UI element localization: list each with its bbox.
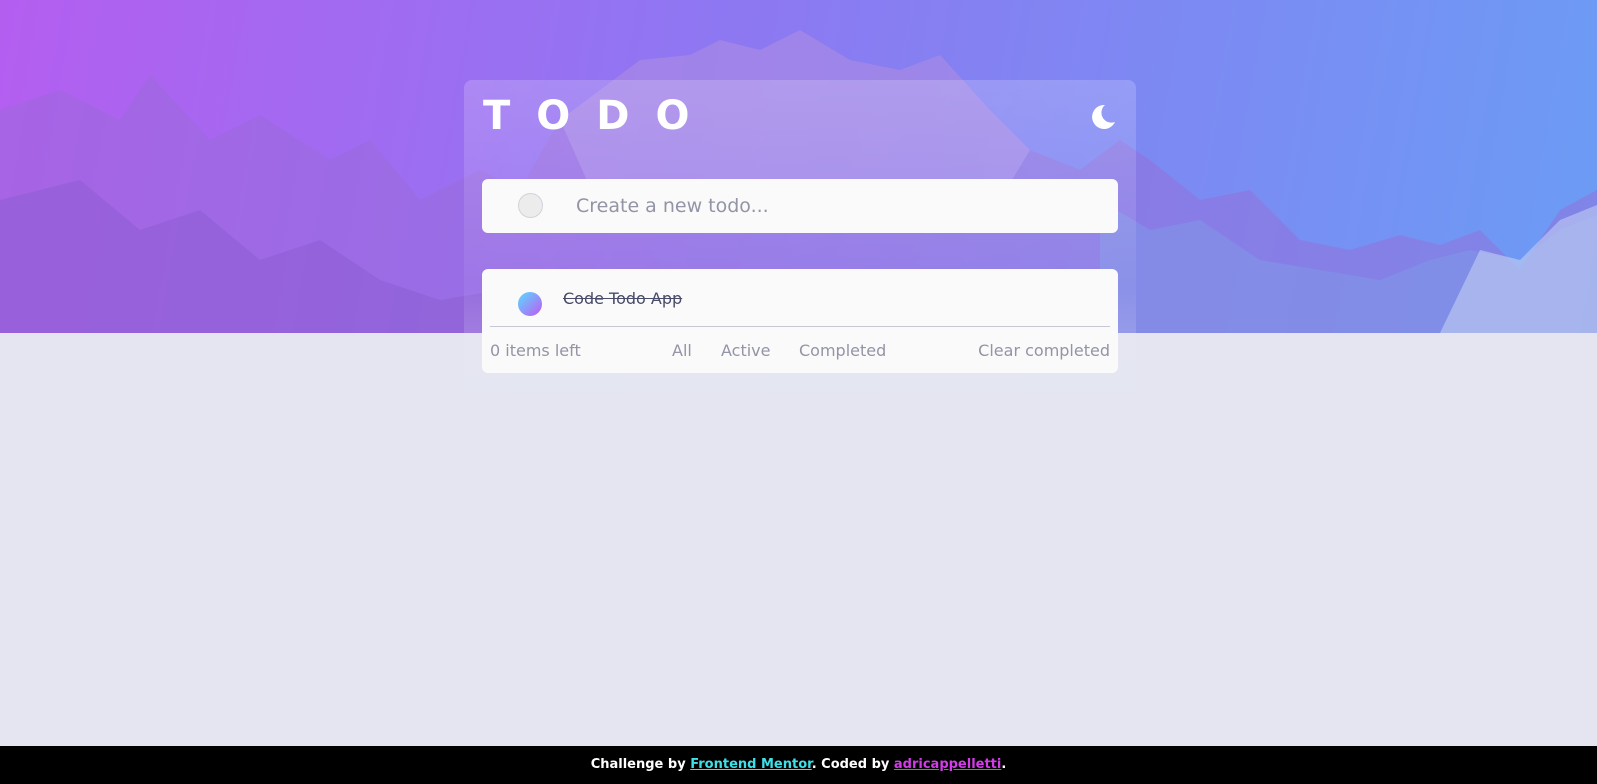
theme-toggle-button[interactable]	[1088, 102, 1118, 132]
todo-list: Code Todo App 0 items left All Active Co…	[482, 269, 1118, 373]
todo-item-text[interactable]: Code Todo App	[563, 289, 682, 308]
attribution-prefix: Challenge by	[590, 757, 691, 772]
list-footer: 0 items left All Active Completed Clear …	[482, 327, 1118, 373]
new-todo-container	[482, 179, 1118, 233]
filter-all-button[interactable]: All	[672, 341, 692, 360]
frontend-mentor-link[interactable]: Frontend Mentor	[690, 757, 811, 772]
todo-item: Code Todo App	[482, 269, 1118, 326]
filter-active-button[interactable]: Active	[721, 341, 771, 360]
completed-check-icon[interactable]	[518, 292, 542, 316]
author-link[interactable]: adricappelletti	[894, 757, 1001, 772]
new-todo-input[interactable]	[576, 187, 1096, 225]
app-title: TODO	[483, 93, 716, 139]
items-left-count: 0 items left	[490, 341, 581, 360]
attribution-suffix: .	[1001, 757, 1007, 772]
moon-icon	[1092, 104, 1115, 129]
new-todo-circle-icon	[518, 193, 543, 218]
clear-completed-button[interactable]: Clear completed	[978, 341, 1110, 360]
attribution-middle: . Coded by	[811, 757, 894, 772]
attribution-footer: Challenge by Frontend Mentor. Coded by a…	[0, 746, 1597, 784]
filter-completed-button[interactable]: Completed	[799, 341, 886, 360]
